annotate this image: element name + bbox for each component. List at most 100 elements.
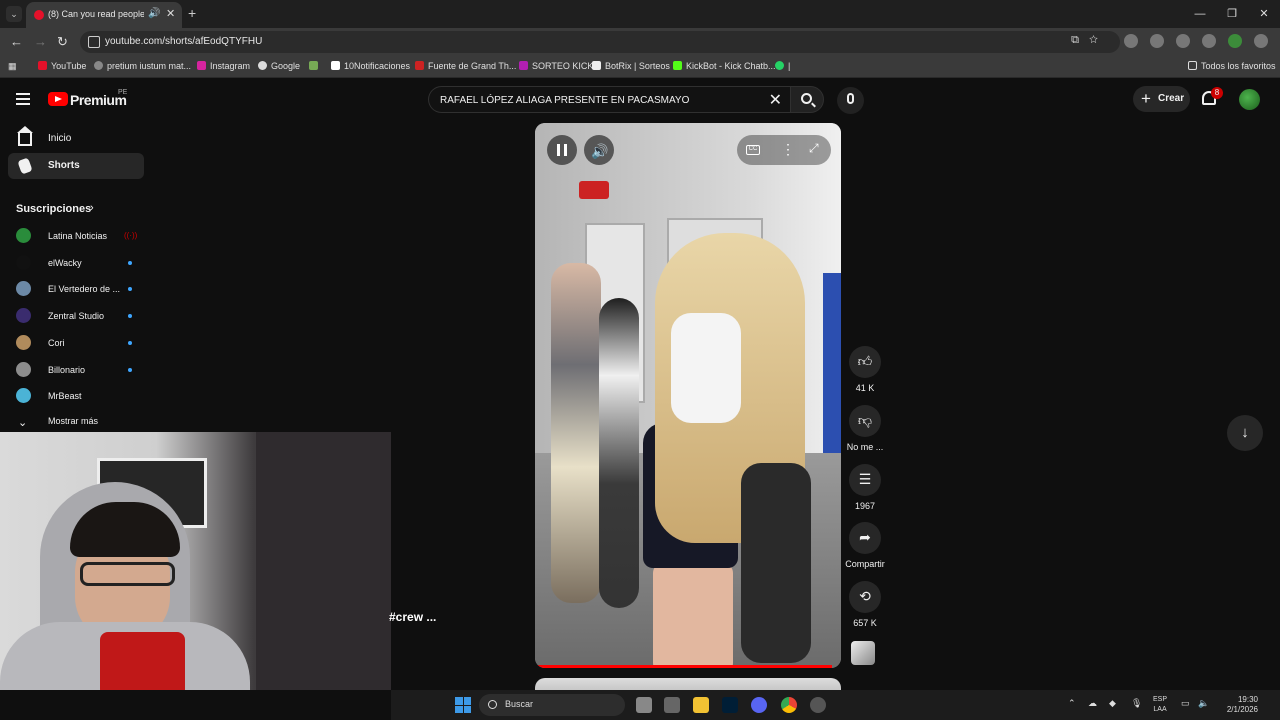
next-video-down-arrow-icon[interactable]: ↓ — [1227, 415, 1263, 451]
chevron-right-icon[interactable]: › — [90, 202, 94, 214]
bookmark-whatsapp[interactable]: | — [775, 61, 790, 71]
search-box[interactable]: RAFAEL LÓPEZ ALIAGA PRESENTE EN PACASMAY… — [428, 86, 790, 113]
window-controls: — ❐ ✕ — [1184, 0, 1280, 28]
site-info-icon[interactable] — [88, 36, 100, 48]
browser-menu-icon[interactable] — [1254, 34, 1268, 48]
voice-search-button[interactable] — [837, 87, 864, 114]
bookmark-pretium[interactable]: pretium iustum mat... — [94, 61, 191, 71]
subscription-item[interactable]: Billonario — [16, 361, 140, 382]
taskbar-clock[interactable]: 19:30 2/1/2026 — [1218, 695, 1258, 715]
create-label: Crear — [1158, 93, 1185, 104]
pause-button[interactable] — [547, 135, 577, 165]
back-button[interactable]: ← — [10, 34, 23, 49]
tab-search-icon[interactable]: ⌄ — [6, 6, 22, 22]
comments-button[interactable]: ☰ 1967 — [840, 464, 890, 511]
bookmark-google[interactable]: Google — [258, 61, 300, 71]
url-text[interactable]: youtube.com/shorts/afEodQTYFHU — [105, 36, 262, 47]
create-button[interactable]: + Crear — [1133, 86, 1190, 112]
notification-badge: 8 — [1211, 87, 1223, 99]
new-tab-button[interactable]: + — [188, 5, 196, 21]
video-hashtag-text[interactable]: #crew ... — [389, 610, 436, 624]
background-door — [256, 432, 391, 690]
share-label: Compartir — [845, 559, 885, 569]
windows-taskbar: Buscar ⌃ ☁ ◆ 🎙 ESP LAA ▭ 🔈 19:30 2/1/202… — [391, 690, 1280, 720]
tray-expand-icon[interactable]: ⌃ — [1068, 698, 1076, 709]
apps-grid-icon[interactable]: ▦ — [8, 61, 17, 72]
remix-button[interactable]: ⟲ 657 K — [840, 581, 890, 628]
media-control-icon[interactable] — [1202, 34, 1216, 48]
tray-network-app-icon[interactable]: ☁ — [1088, 698, 1097, 709]
bookmark-fuente[interactable]: Fuente de Grand Th... — [415, 61, 516, 71]
clear-search-icon[interactable]: ✕ — [769, 90, 782, 110]
address-bar[interactable]: youtube.com/shorts/afEodQTYFHU ⧉☆ — [80, 31, 1120, 53]
windows-start-icon[interactable] — [455, 697, 471, 713]
menu-hamburger-icon[interactable] — [16, 93, 30, 108]
close-window-button[interactable]: ✕ — [1248, 0, 1280, 28]
subscription-item[interactable]: Cori — [16, 334, 140, 355]
volume-button[interactable]: 🔊 — [584, 135, 614, 165]
channel-avatar — [16, 228, 31, 243]
microphone-icon — [100, 632, 185, 690]
tab-close-icon[interactable]: ✕ — [166, 7, 175, 20]
more-options-icon[interactable]: ⋮ — [781, 141, 795, 158]
minimize-button[interactable]: — — [1184, 0, 1216, 28]
chrome-icon[interactable] — [781, 697, 797, 713]
subscription-item[interactable]: MrBeast — [16, 388, 140, 408]
taskbar-app-icon[interactable] — [810, 697, 826, 713]
taskbar-search[interactable]: Buscar — [479, 694, 625, 716]
tray-app-icon[interactable]: ◆ — [1109, 698, 1116, 709]
share-button[interactable]: ➦ Compartir — [840, 522, 890, 569]
like-count: 41 K — [855, 383, 875, 393]
subscription-item[interactable]: Zentral Studio — [16, 308, 140, 328]
remix-icon: ⟲ — [859, 588, 871, 604]
extension-icon[interactable] — [1124, 34, 1138, 48]
new-content-dot — [128, 260, 132, 265]
bookmark-botrix[interactable]: BotRix | Sorteos — [592, 61, 670, 71]
fullscreen-icon[interactable]: ⤢ — [809, 141, 819, 156]
like-button[interactable]: 👍︎ 41 K — [840, 346, 890, 393]
discord-icon[interactable] — [751, 697, 767, 713]
network-icon[interactable]: ▭ — [1181, 698, 1190, 709]
video-progress-bar[interactable] — [535, 665, 832, 668]
subscription-item[interactable]: El Vertedero de ... — [16, 281, 140, 301]
shorts-video-player[interactable]: 🔊 CC ⋮ ⤢ — [535, 123, 841, 668]
profile-avatar-icon[interactable] — [1228, 34, 1242, 48]
extensions-puzzle-icon[interactable] — [1176, 34, 1190, 48]
bookmark-sorteo-kick[interactable]: SORTEO KICK — [519, 61, 593, 71]
subscription-item[interactable]: Latina Noticias ((·)) — [16, 228, 140, 248]
sidebar-item-label: Inicio — [48, 133, 72, 144]
subscriptions-heading[interactable]: Suscripciones — [16, 203, 91, 215]
tab-audio-icon[interactable]: 🔊 — [148, 8, 160, 19]
webcam-overlay — [0, 432, 391, 690]
search-input[interactable]: RAFAEL LÓPEZ ALIAGA PRESENTE EN PACASMAY… — [440, 95, 689, 106]
sidebar-item-label: Shorts — [48, 160, 80, 171]
all-bookmarks-folder[interactable]: Todos los favoritos — [1188, 61, 1276, 71]
subscription-item[interactable]: elWacky — [16, 254, 140, 275]
tray-microphone-icon[interactable]: 🎙 — [1131, 698, 1142, 709]
bookmark-instagram[interactable]: Instagram — [197, 61, 250, 71]
bookmark-extra-icon[interactable] — [309, 61, 322, 71]
bookmark-x[interactable]: 10Notificaciones — [331, 61, 410, 71]
restore-button[interactable]: ❐ — [1216, 0, 1248, 28]
forward-button[interactable]: → — [34, 34, 47, 49]
search-button[interactable] — [790, 86, 824, 113]
sidebar-item-shorts[interactable]: Shorts — [8, 153, 144, 179]
speaker-icon[interactable]: 🔈 — [1198, 698, 1209, 709]
file-explorer-icon[interactable] — [693, 697, 709, 713]
captions-icon[interactable]: CC — [746, 145, 760, 155]
sidebar-item-inicio[interactable]: Inicio — [8, 126, 144, 152]
bookmark-kickbot[interactable]: KickBot - Kick Chatb... — [673, 61, 776, 71]
task-view-icon[interactable] — [636, 697, 652, 713]
dislike-button[interactable]: 👎︎ No me ... — [840, 405, 890, 452]
extension-icon[interactable] — [1150, 34, 1164, 48]
account-avatar[interactable] — [1239, 89, 1260, 110]
input-language-indicator[interactable]: ESP LAA — [1153, 695, 1167, 715]
sound-thumbnail[interactable] — [851, 641, 875, 665]
bookmark-youtube[interactable]: YouTube — [38, 61, 86, 71]
bookmark-star-icon[interactable]: ⧉☆ — [1071, 34, 1108, 47]
reload-button[interactable]: ↻ — [57, 34, 68, 50]
youtube-logo-icon[interactable] — [48, 92, 68, 106]
taskbar-app-icon[interactable] — [664, 697, 680, 713]
photoshop-icon[interactable] — [722, 697, 738, 713]
browser-tab[interactable]: (8) Can you read people's c 🔊 ✕ — [26, 2, 182, 28]
